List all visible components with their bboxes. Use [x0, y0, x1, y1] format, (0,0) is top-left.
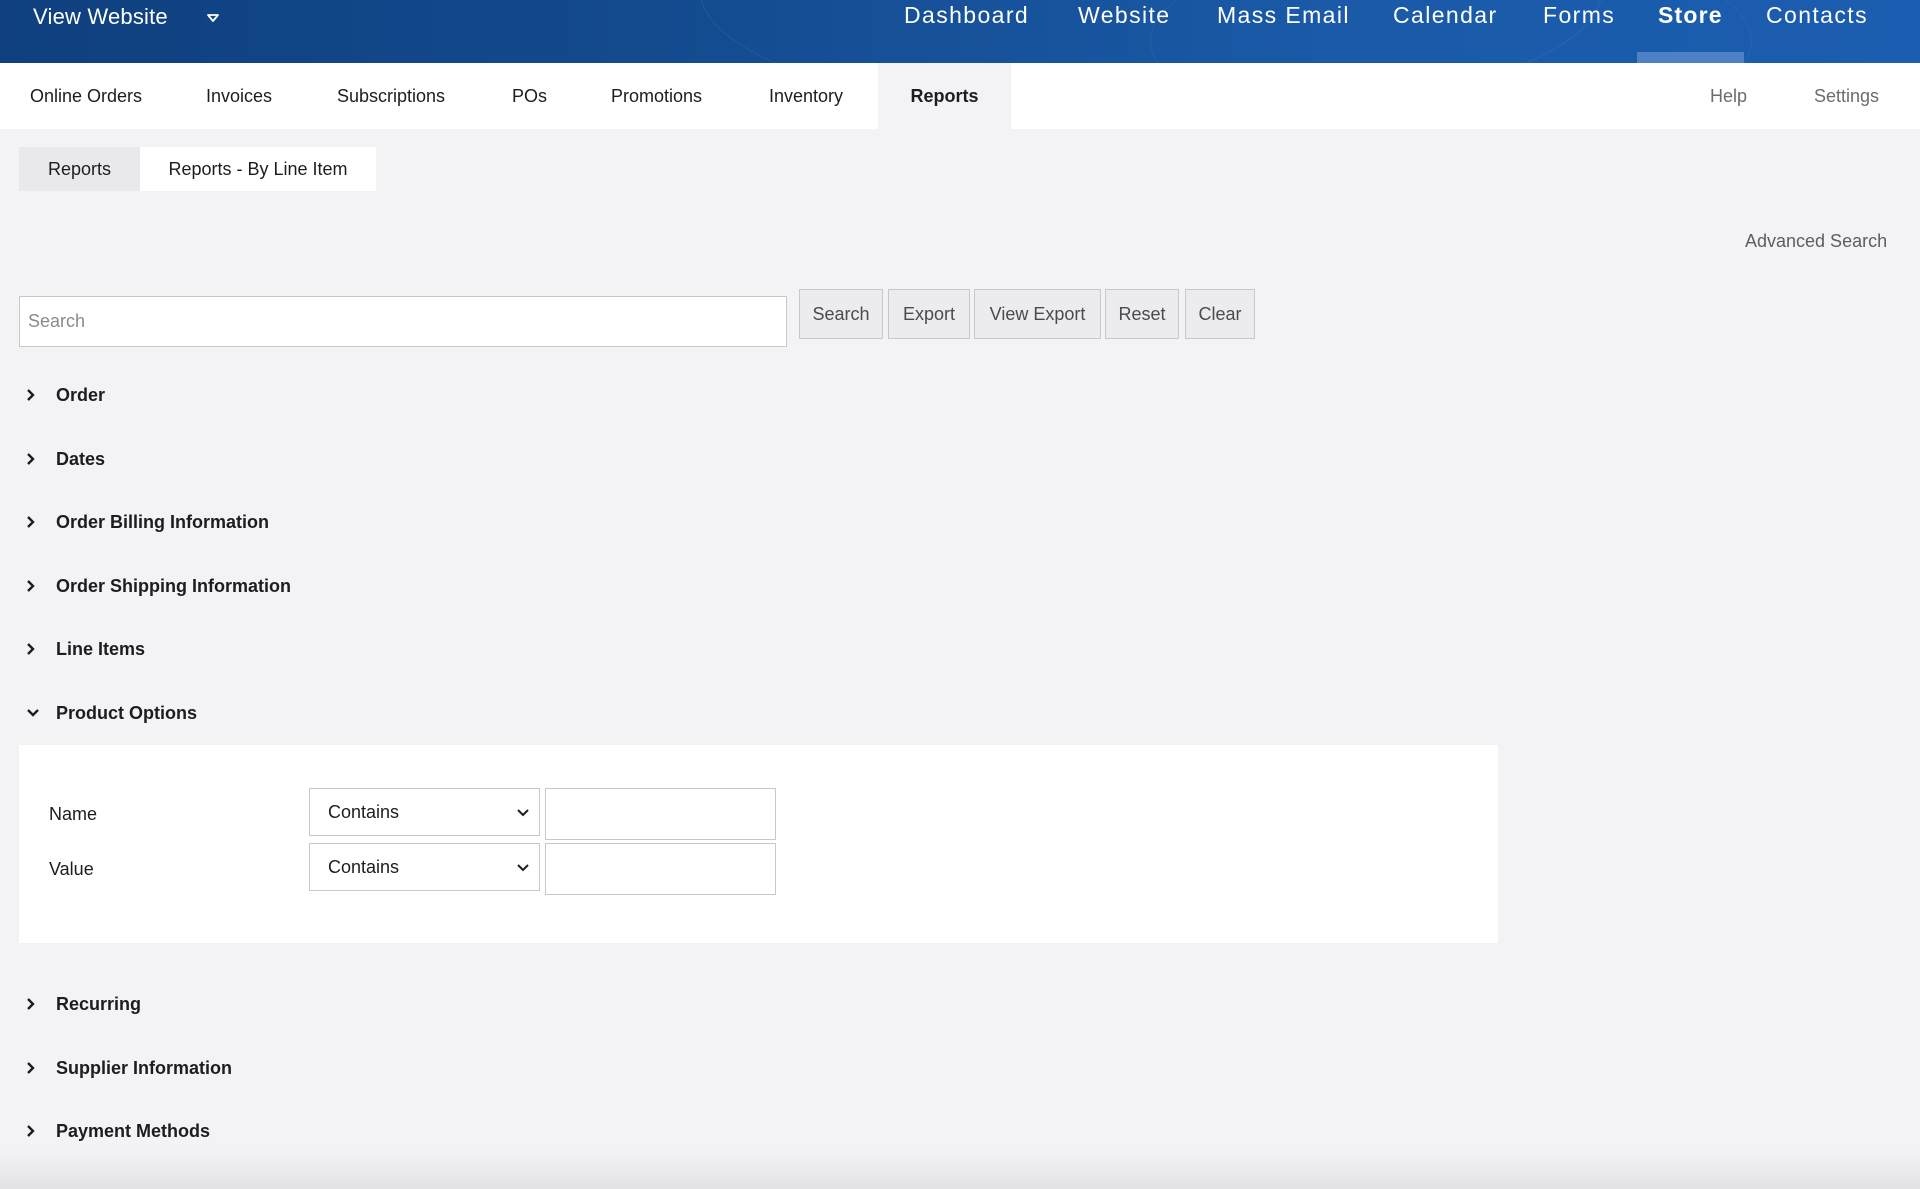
section-label: Order [56, 384, 106, 405]
section-supplier-information[interactable]: Supplier Information [26, 1053, 232, 1083]
nav-item-calendar[interactable]: Calendar [1393, 2, 1498, 30]
help-link[interactable]: Help [1710, 63, 1747, 129]
tab-reports[interactable]: Reports [878, 63, 1011, 129]
tab-reports-by-line-item[interactable]: Reports - By Line Item [140, 147, 376, 191]
section-payment-methods[interactable]: Payment Methods [26, 1116, 210, 1146]
caret-down-icon[interactable] [204, 9, 222, 27]
nav-item-mass-email[interactable]: Mass Email [1217, 2, 1350, 30]
tab-online-orders[interactable]: Online Orders [30, 63, 142, 129]
view-website-menu[interactable]: View Website [33, 3, 219, 31]
section-label: Recurring [56, 993, 142, 1014]
tab-pos[interactable]: POs [512, 63, 547, 129]
tab-reports-summary[interactable]: Reports [19, 147, 140, 191]
search-button[interactable]: Search [799, 289, 883, 339]
section-line-items[interactable]: Line Items [26, 634, 145, 664]
section-order[interactable]: Order [26, 380, 105, 410]
value-value-input[interactable] [545, 843, 776, 895]
settings-link[interactable]: Settings [1814, 63, 1879, 129]
section-label: Product Options [56, 702, 197, 723]
section-order-shipping-information[interactable]: Order Shipping Information [26, 571, 291, 601]
chevron-right-icon [26, 1124, 40, 1138]
tab-inventory[interactable]: Inventory [769, 63, 843, 129]
advanced-search-link[interactable]: Advanced Search [1745, 231, 1887, 252]
scroll-fade [0, 1150, 1920, 1189]
select-value: Contains [328, 801, 400, 822]
tab-promotions[interactable]: Promotions [611, 63, 702, 129]
chevron-right-icon [26, 388, 40, 402]
chevron-down-icon [515, 860, 531, 876]
name-value-input[interactable] [545, 788, 776, 840]
chevron-down-icon [515, 805, 531, 821]
section-product-options[interactable]: Product Options [26, 698, 197, 728]
name-filter-label: Name [49, 804, 98, 824]
tab-invoices[interactable]: Invoices [206, 63, 272, 129]
name-operator-select[interactable]: Contains [309, 788, 540, 836]
chevron-right-icon [26, 1061, 40, 1075]
search-input[interactable] [19, 296, 787, 347]
section-label: Order Billing Information [56, 511, 270, 532]
chevron-right-icon [26, 452, 40, 466]
clear-button[interactable]: Clear [1185, 289, 1255, 339]
nav-item-forms[interactable]: Forms [1543, 2, 1615, 30]
product-options-panel: Name Contains Value Contains [19, 745, 1498, 943]
section-label: Supplier Information [56, 1057, 233, 1078]
nav-item-contacts[interactable]: Contacts [1766, 2, 1868, 30]
select-value: Contains [328, 856, 400, 877]
store-subnav: Online Orders Invoices Subscriptions POs… [0, 63, 1920, 129]
section-label: Payment Methods [56, 1120, 211, 1141]
chevron-right-icon [26, 515, 40, 529]
tab-subscriptions[interactable]: Subscriptions [337, 63, 445, 129]
top-header-bar: View Website Dashboard Website Mass Emai… [0, 0, 1920, 63]
nav-item-website[interactable]: Website [1078, 2, 1170, 30]
section-label: Order Shipping Information [56, 575, 291, 596]
chevron-right-icon [26, 642, 40, 656]
nav-item-dashboard[interactable]: Dashboard [904, 2, 1029, 30]
chevron-right-icon [26, 997, 40, 1011]
view-website-label[interactable]: View Website [33, 4, 168, 30]
value-operator-select[interactable]: Contains [309, 843, 540, 891]
section-label: Line Items [56, 638, 146, 659]
section-recurring[interactable]: Recurring [26, 989, 141, 1019]
section-order-billing-information[interactable]: Order Billing Information [26, 507, 269, 537]
chevron-down-icon [26, 706, 40, 720]
export-button[interactable]: Export [888, 289, 970, 339]
active-nav-indicator [1637, 52, 1744, 63]
section-dates[interactable]: Dates [26, 444, 105, 474]
section-label: Dates [56, 448, 106, 469]
value-filter-label: Value [49, 859, 94, 879]
nav-item-store[interactable]: Store [1658, 2, 1723, 30]
view-export-button[interactable]: View Export [974, 289, 1101, 339]
chevron-right-icon [26, 579, 40, 593]
reset-button[interactable]: Reset [1105, 289, 1179, 339]
